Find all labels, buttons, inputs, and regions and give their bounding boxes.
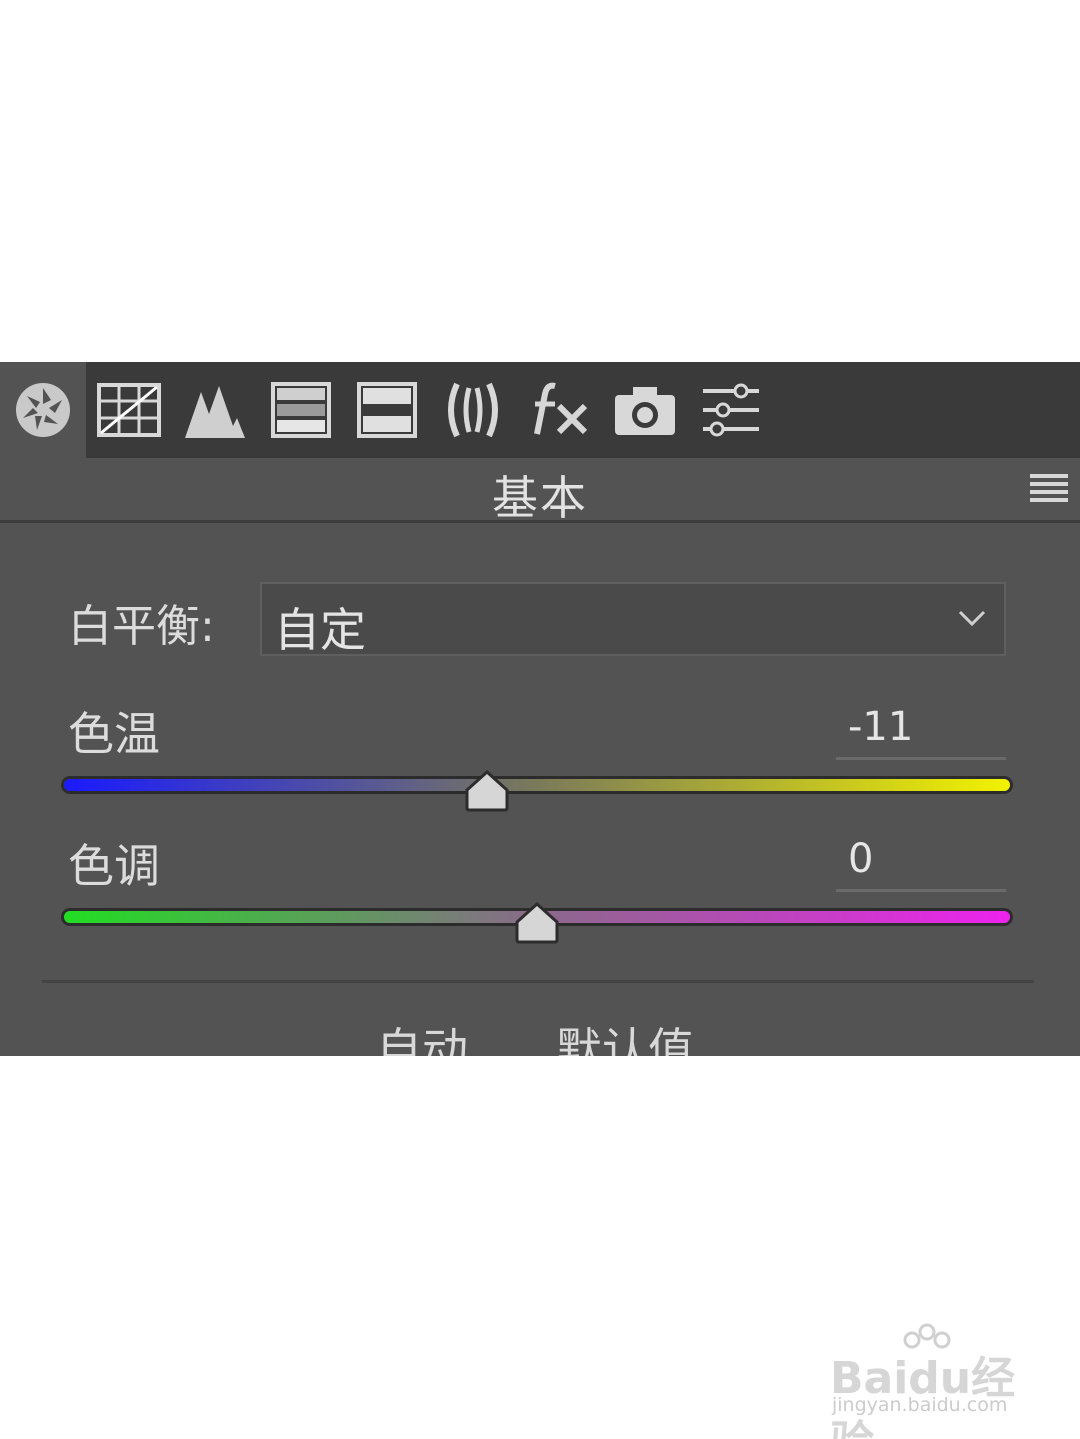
camera-icon: [615, 387, 675, 435]
page: 基本 白平衡: 自定 色温 -11 色调 0 自动 默认值 Baidu经 jin…: [0, 0, 1080, 1439]
tool-detail[interactable]: [172, 362, 258, 458]
aperture-icon: [16, 383, 70, 437]
white-balance-select[interactable]: 自定: [260, 582, 1006, 657]
white-balance-label: 白平衡:: [68, 601, 215, 652]
temperature-slider-track[interactable]: [64, 779, 1010, 791]
tool-presets[interactable]: [688, 362, 774, 458]
section-divider: [42, 980, 1034, 983]
tool-tone-curve[interactable]: [86, 362, 172, 458]
presets-icon: [703, 383, 759, 437]
tint-value-field[interactable]: 0: [836, 836, 1006, 892]
tool-camera-calibration[interactable]: [602, 362, 688, 458]
temperature-value-field[interactable]: -11: [836, 704, 1006, 760]
tone-curve-icon: [97, 383, 161, 437]
split-toning-icon: [357, 382, 417, 438]
tool-basic[interactable]: [0, 362, 86, 458]
tint-label: 色调: [68, 839, 160, 893]
fx-icon: [534, 382, 588, 435]
tool-lens[interactable]: [430, 362, 516, 458]
temperature-label: 色温: [68, 707, 160, 761]
basic-panel: 基本 白平衡: 自定 色温 -11 色调 0 自动 默认值: [0, 362, 1080, 1056]
tint-slider-thumb[interactable]: [513, 902, 561, 944]
detail-icon: [185, 386, 245, 438]
panel-menu-icon[interactable]: [1030, 474, 1068, 504]
tool-split-toning[interactable]: [344, 362, 430, 458]
chevron-down-icon: [958, 610, 986, 627]
lens-icon: [448, 382, 498, 438]
white-balance-value: 自定: [274, 603, 366, 657]
watermark-logo-text: Baidu经验: [830, 1353, 1016, 1439]
auto-button[interactable]: 自动: [376, 1014, 468, 1056]
tool-hsl[interactable]: [258, 362, 344, 458]
section-header: 基本: [0, 458, 1080, 525]
watermark-url: jingyan.baidu.com: [832, 1394, 1008, 1416]
temperature-slider-thumb[interactable]: [463, 770, 511, 812]
hsl-icon: [271, 382, 331, 438]
tool-fx[interactable]: [516, 362, 602, 458]
panel-toolbar: [0, 362, 1080, 458]
section-title: 基本: [492, 471, 588, 525]
default-button[interactable]: 默认值: [556, 1014, 694, 1056]
baidu-jingyan-watermark: Baidu经验 jingyan.baidu.com: [822, 1322, 1032, 1439]
